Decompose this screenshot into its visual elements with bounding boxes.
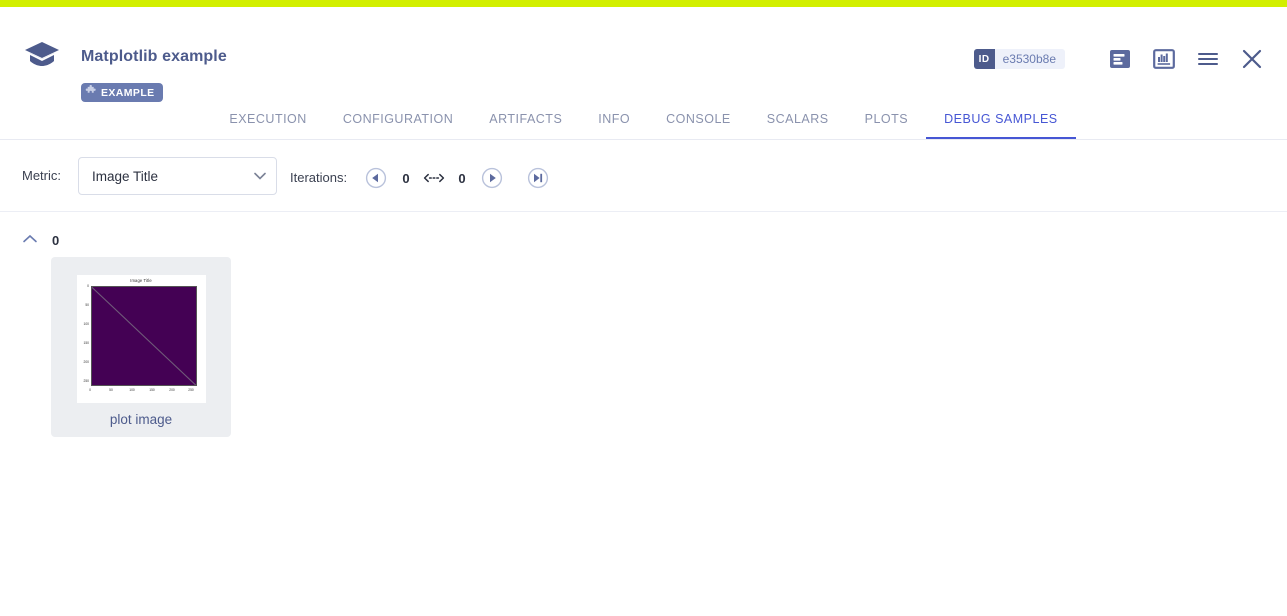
metric-label: Metric: bbox=[22, 168, 61, 183]
metric-select[interactable]: Image Title bbox=[78, 157, 277, 195]
tab-configuration[interactable]: CONFIGURATION bbox=[325, 100, 471, 139]
x-tick-label: 200 bbox=[168, 388, 175, 392]
next-iteration-button[interactable] bbox=[481, 167, 503, 189]
report-icon[interactable] bbox=[1105, 44, 1135, 74]
diagonal-line bbox=[91, 286, 197, 386]
y-tick-label: 200 bbox=[82, 360, 89, 364]
thumbnail-image-plot bbox=[90, 286, 197, 386]
debug-sample-card[interactable]: Image Title 0 50 100 150 200 250 0 50 10… bbox=[51, 257, 231, 437]
metric-select-value: Image Title bbox=[92, 168, 159, 184]
tab-console[interactable]: CONSOLE bbox=[648, 100, 749, 139]
x-tick-label: 150 bbox=[148, 388, 155, 392]
prev-iteration-button[interactable] bbox=[365, 167, 387, 189]
tab-debug-samples[interactable]: DEBUG SAMPLES bbox=[926, 100, 1076, 139]
iteration-to-value: 0 bbox=[458, 170, 466, 186]
tab-artifacts[interactable]: ARTIFACTS bbox=[471, 100, 580, 139]
y-tick-label: 250 bbox=[82, 379, 89, 383]
debug-sample-thumbnail[interactable]: Image Title 0 50 100 150 200 250 0 50 10… bbox=[76, 275, 206, 403]
hamburger-menu-icon[interactable] bbox=[1193, 44, 1223, 74]
y-tick-label: 150 bbox=[82, 341, 89, 345]
thumbnail-x-axis: 0 50 100 150 200 250 bbox=[88, 387, 197, 397]
example-badge-label: EXAMPLE bbox=[101, 86, 155, 99]
y-tick-label: 50 bbox=[84, 303, 89, 307]
tab-scalars[interactable]: SCALARS bbox=[749, 100, 847, 139]
page-title: Matplotlib example bbox=[81, 48, 227, 65]
clearml-experiment-view: PUBLISHED Matplotlib example EXAMPLE ID … bbox=[0, 0, 1287, 616]
puzzle-piece-icon bbox=[85, 84, 97, 102]
iteration-controls: 0 0 bbox=[365, 164, 549, 192]
last-iteration-button[interactable] bbox=[527, 167, 549, 189]
chevron-up-icon[interactable] bbox=[22, 231, 38, 249]
header-actions: ID e3530b8e bbox=[973, 44, 1267, 74]
sample-group-header[interactable]: 0 bbox=[22, 231, 59, 249]
tab-info[interactable]: INFO bbox=[580, 100, 648, 139]
x-tick-label: 250 bbox=[187, 388, 194, 392]
iterations-label: Iterations: bbox=[290, 170, 348, 185]
close-icon[interactable] bbox=[1237, 44, 1267, 74]
thumbnail-title: Image Title bbox=[130, 278, 152, 283]
y-tick-label: 0 bbox=[86, 284, 89, 288]
range-arrows-icon bbox=[423, 171, 445, 185]
x-tick-label: 100 bbox=[128, 388, 135, 392]
id-chip-key: ID bbox=[973, 49, 995, 69]
x-tick-label: 50 bbox=[108, 388, 113, 392]
x-tick-label: 0 bbox=[88, 388, 91, 392]
chevron-down-icon bbox=[254, 167, 266, 185]
thumbnail-y-axis: 0 50 100 150 200 250 bbox=[77, 284, 89, 386]
y-tick-label: 100 bbox=[82, 322, 89, 326]
image-panel-icon[interactable] bbox=[1149, 44, 1179, 74]
tab-execution[interactable]: EXECUTION bbox=[211, 100, 324, 139]
id-chip-value: e3530b8e bbox=[1002, 52, 1056, 66]
debug-sample-caption: plot image bbox=[109, 412, 173, 427]
iteration-from-value: 0 bbox=[402, 170, 410, 186]
tab-bar: EXECUTION CONFIGURATION ARTIFACTS INFO C… bbox=[0, 100, 1287, 140]
tab-plots[interactable]: PLOTS bbox=[847, 100, 927, 139]
graduation-cap-icon bbox=[23, 35, 61, 73]
sample-group-label: 0 bbox=[52, 232, 60, 248]
header: Matplotlib example EXAMPLE ID e3530b8e bbox=[0, 7, 1287, 102]
experiment-id-chip[interactable]: ID e3530b8e bbox=[973, 49, 1065, 69]
